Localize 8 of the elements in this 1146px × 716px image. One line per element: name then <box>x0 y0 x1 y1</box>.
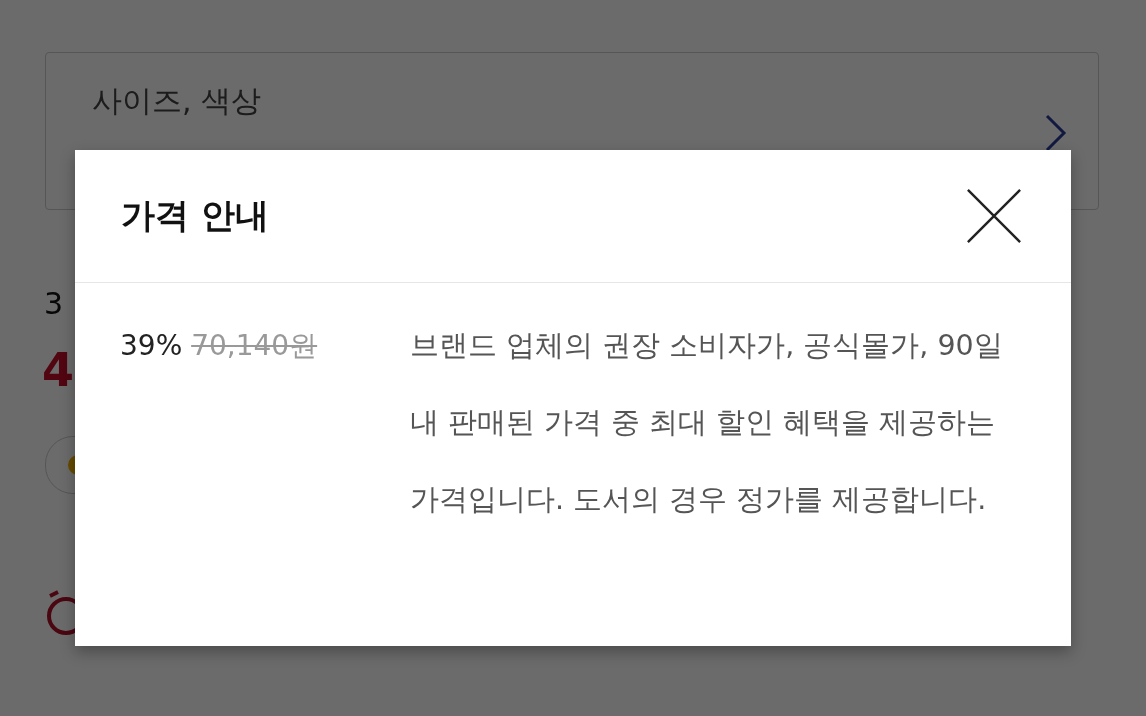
original-price: 70,140원 <box>191 329 318 362</box>
price-description: 브랜드 업체의 권장 소비자가, 공식몰가, 90일 내 판매된 가격 중 최대 할인 혜택을 제공하는 가격입니다. 도서의 경우 정가를 제공합니다. <box>410 328 1004 518</box>
discount-rate: 39% <box>120 329 183 362</box>
sale-price: 4 <box>42 343 74 397</box>
option-label: 사이즈, 색상 <box>92 82 262 120</box>
chevron-right-icon <box>1044 113 1068 153</box>
discount-rate: 3 <box>44 286 64 321</box>
close-icon[interactable] <box>965 187 1023 245</box>
